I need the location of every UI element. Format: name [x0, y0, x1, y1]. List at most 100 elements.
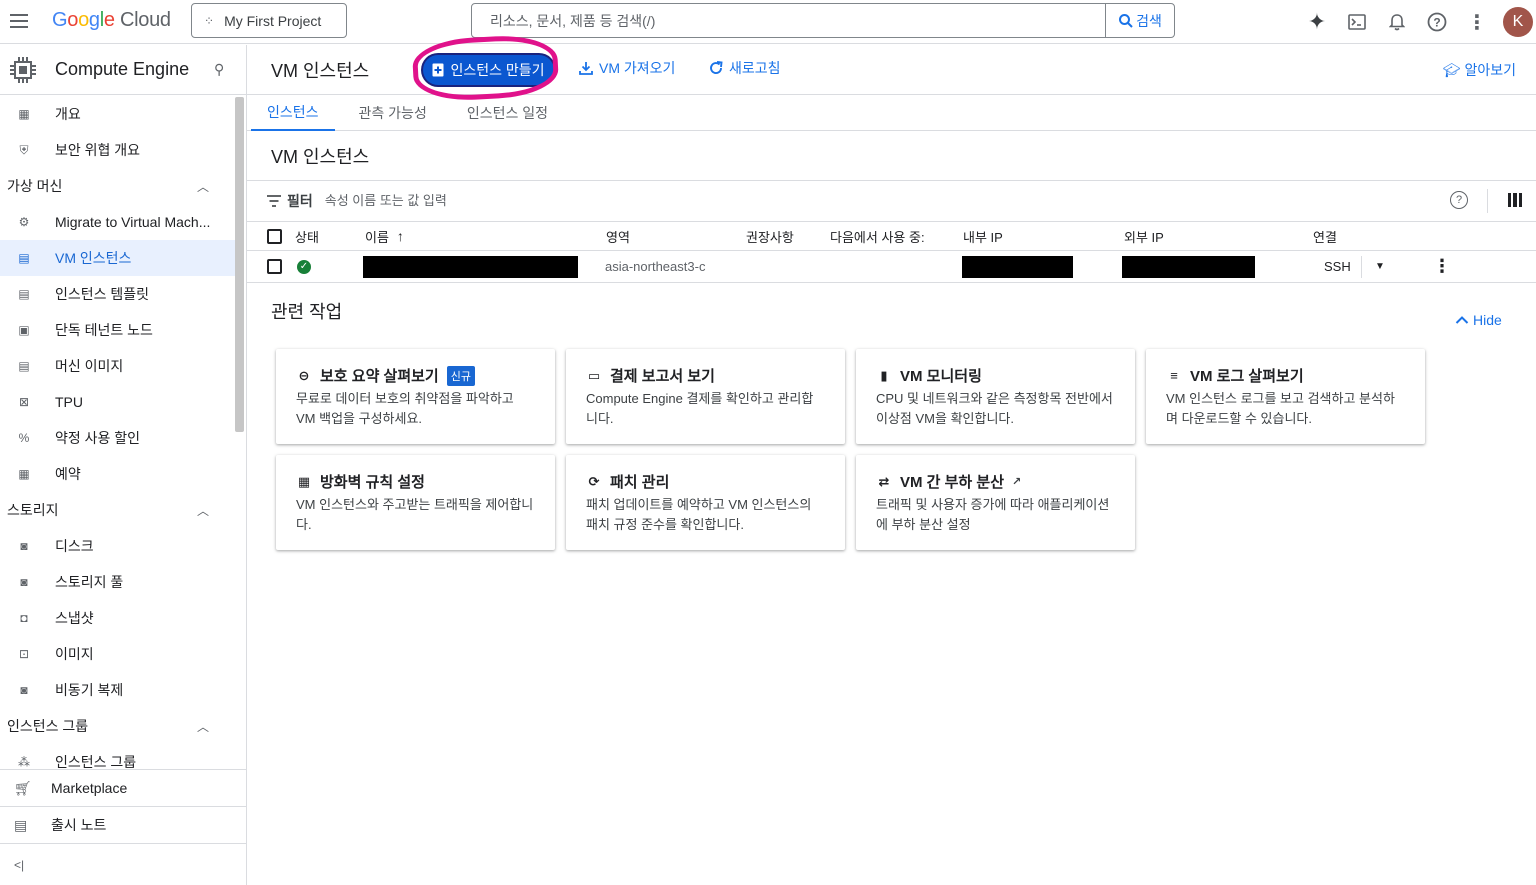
col-recommendations[interactable]: 권장사항 [746, 222, 794, 250]
search-input[interactable] [472, 4, 1105, 37]
col-zone[interactable]: 영역 [606, 222, 630, 250]
svg-text:?: ? [1433, 16, 1440, 30]
arrow-up-icon: ↑ [396, 228, 404, 244]
google-cloud-logo[interactable]: Google Cloud [52, 9, 171, 32]
main-content: VM 인스턴스 인스턴스 만들기 VM 가져오기 새로고침 🎓︎ 알아보기 인스… [247, 33, 1536, 885]
card-billing-report[interactable]: ▭ 결제 보고서 보기 Compute Engine 결제를 확인하고 관리합니다… [566, 349, 845, 444]
col-in-use-by[interactable]: 다음에서 사용 중: [830, 222, 925, 250]
project-selector[interactable]: ⁘ My First Project [191, 3, 347, 38]
avatar[interactable]: K [1503, 7, 1533, 37]
sidebar-item-marketplace[interactable]: 🛒︎ Marketplace [0, 769, 246, 806]
pin-icon[interactable]: ⚲ [214, 61, 224, 78]
firewall-icon: ▦ [297, 473, 311, 489]
col-connect[interactable]: 연결 [1313, 222, 1337, 250]
sidebar-item-tpu[interactable]: ⊠ TPU [0, 384, 235, 420]
hide-label: Hide [1473, 312, 1502, 328]
gemini-icon[interactable]: ✦ [1297, 2, 1337, 42]
redacted-name[interactable] [363, 251, 578, 282]
sidebar-item-storage-pools[interactable]: ◙ 스토리지 풀 [0, 564, 235, 600]
sidebar-item-label: Migrate to Virtual Mach... [55, 214, 211, 230]
hide-button[interactable]: Hide [1455, 312, 1502, 328]
sidebar-item-security[interactable]: ⛨ 보안 위협 개요 [0, 132, 235, 168]
redacted-external-ip[interactable] [1122, 251, 1255, 282]
section-storage[interactable]: 스토리지 ︿ [0, 492, 235, 528]
column-display-icon[interactable] [1508, 193, 1522, 207]
sidebar-item-machine-images[interactable]: ▤ 머신 이미지 [0, 348, 235, 384]
sidebar: Compute Engine ⚲ ▦ 개요 ⛨ 보안 위협 개요 가상 머신 ︿ ⚙ M… [0, 45, 247, 885]
section-label: 인스턴스 그룹 [7, 718, 89, 734]
sidebar-item-label: 이미지 [55, 646, 94, 662]
ssh-dropdown-icon[interactable]: ▼ [1375, 251, 1385, 282]
action-toolbar: VM 인스턴스 인스턴스 만들기 VM 가져오기 새로고침 🎓︎ 알아보기 [247, 33, 1536, 103]
learn-button[interactable]: 🎓︎ 알아보기 [1443, 60, 1516, 80]
card-description: 패치 업데이트를 예약하고 VM 인스턴스의 패치 규정 준수를 확인합니다. [586, 497, 812, 532]
add-box-icon [432, 63, 444, 77]
group-icon: ⁂ [18, 755, 30, 769]
sidebar-nav: ▦ 개요 ⛨ 보안 위협 개요 가상 머신 ︿ ⚙ Migrate to Virtual… [0, 96, 235, 769]
card-patch-management[interactable]: ⟳ 패치 관리 패치 업데이트를 예약하고 VM 인스턴스의 패치 규정 준수를 … [566, 455, 845, 550]
help-icon[interactable]: ? [1450, 191, 1468, 209]
sidebar-item-release-notes[interactable]: ▤ 출시 노트 [0, 806, 246, 843]
card-description: 무료로 데이터 보호의 취약점을 파악하고 VM 백업을 구성하세요. [296, 391, 514, 426]
row-actions-icon[interactable]: ⋮ [1433, 251, 1451, 282]
sidebar-item-label: 스냅샷 [55, 610, 94, 626]
node-icon: ▣ [18, 323, 30, 337]
col-status[interactable]: 상태 [295, 222, 319, 250]
sidebar-item-instance-templates[interactable]: ▤ 인스턴스 템플릿 [0, 276, 235, 312]
row-checkbox[interactable] [267, 251, 282, 282]
card-firewall-rules[interactable]: ▦ 방화벽 규칙 설정 VM 인스턴스와 주고받는 트래픽을 제어합니다. [276, 455, 555, 550]
col-internal-ip[interactable]: 내부 IP [963, 222, 1003, 250]
ssh-button[interactable]: SSH [1324, 251, 1351, 282]
search-button[interactable]: 검색 [1105, 4, 1174, 37]
search-bar: 검색 [471, 3, 1175, 38]
load-balance-icon: ⇄ [878, 473, 890, 489]
project-name: My First Project [224, 12, 322, 29]
filter-input[interactable] [324, 193, 625, 208]
card-title-text: 방화벽 규칙 설정 [320, 474, 425, 491]
product-header: Compute Engine ⚲ [0, 45, 246, 95]
sidebar-item-committed-use[interactable]: % 약정 사용 할인 [0, 420, 235, 456]
col-name[interactable]: 이름 ↑ [365, 222, 404, 250]
tab-observability[interactable]: 관측 가능성 [343, 95, 443, 131]
sidebar-item-vm-instances[interactable]: ▤ VM 인스턴스 [0, 240, 235, 276]
sidebar-item-images[interactable]: ⊡ 이미지 [0, 636, 235, 672]
compute-engine-icon [10, 56, 36, 83]
card-description: 트래픽 및 사용자 증가에 따라 애플리케이션에 부하 분산 설정 [876, 497, 1110, 532]
card-load-balancing[interactable]: ⇄ VM 간 부하 분산 ↗ 트래픽 및 사용자 증가에 따라 애플리케이션에 부하… [856, 455, 1135, 550]
main-menu-icon[interactable] [8, 10, 30, 32]
section-virtual-machines[interactable]: 가상 머신 ︿ [0, 168, 235, 204]
collapse-icon: <| [14, 857, 25, 872]
sidebar-scrollbar[interactable] [235, 97, 244, 432]
sidebar-item-sole-tenant[interactable]: ▣ 단독 테넌트 노드 [0, 312, 235, 348]
card-vm-logs[interactable]: ≡ VM 로그 살펴보기 VM 인스턴스 로그를 보고 검색하고 분석하며 다운로… [1146, 349, 1425, 444]
notifications-icon[interactable] [1377, 2, 1417, 42]
sidebar-item-reservations[interactable]: ▦ 예약 [0, 456, 235, 492]
cart-icon: 🛒︎ [14, 779, 32, 796]
card-title: ▭ 결제 보고서 보기 [586, 365, 825, 386]
card-vm-monitoring[interactable]: ▮ VM 모니터링 CPU 및 네트워크와 같은 측정항목 전반에서 이상점 VM… [856, 349, 1135, 444]
snapshot-icon: ◘ [20, 611, 28, 625]
refresh-button[interactable]: 새로고침 [709, 58, 781, 78]
sidebar-item-snapshots[interactable]: ◘ 스냅샷 [0, 600, 235, 636]
sidebar-item-disks[interactable]: ◙ 디스크 [0, 528, 235, 564]
sidebar-item-instance-groups[interactable]: ⁂ 인스턴스 그룹 [0, 744, 235, 769]
table-row[interactable]: ✓ asia-northeast3-c SSH ▼ ⋮ [247, 251, 1536, 283]
tab-instances[interactable]: 인스턴스 [251, 95, 335, 131]
filter-label: 필터 [287, 192, 313, 209]
import-vm-button[interactable]: VM 가져오기 [579, 58, 675, 78]
collapse-sidebar-button[interactable]: <| [0, 843, 246, 885]
create-instance-button[interactable]: 인스턴스 만들기 [423, 55, 554, 85]
sidebar-item-label: 인스턴스 그룹 [55, 754, 137, 769]
replication-icon: ◙ [20, 683, 28, 697]
section-instance-groups[interactable]: 인스턴스 그룹 ︿ [0, 708, 235, 744]
sidebar-item-overview[interactable]: ▦ 개요 [0, 96, 235, 132]
card-protection-summary[interactable]: ⊖ 보호 요약 살펴보기 신규 무료로 데이터 보호의 취약점을 파악하고 VM 백… [276, 349, 555, 444]
sidebar-item-migrate[interactable]: ⚙ Migrate to Virtual Mach... [0, 204, 235, 240]
select-all-checkbox[interactable] [267, 222, 282, 250]
help-icon[interactable]: ? [1417, 2, 1457, 42]
col-external-ip[interactable]: 외부 IP [1124, 222, 1164, 250]
more-options-icon[interactable]: ⋮ [1457, 2, 1497, 42]
tab-instance-schedules[interactable]: 인스턴스 일정 [451, 95, 564, 131]
sidebar-item-async-replication[interactable]: ◙ 비동기 복제 [0, 672, 235, 708]
cloud-shell-icon[interactable] [1337, 2, 1377, 42]
